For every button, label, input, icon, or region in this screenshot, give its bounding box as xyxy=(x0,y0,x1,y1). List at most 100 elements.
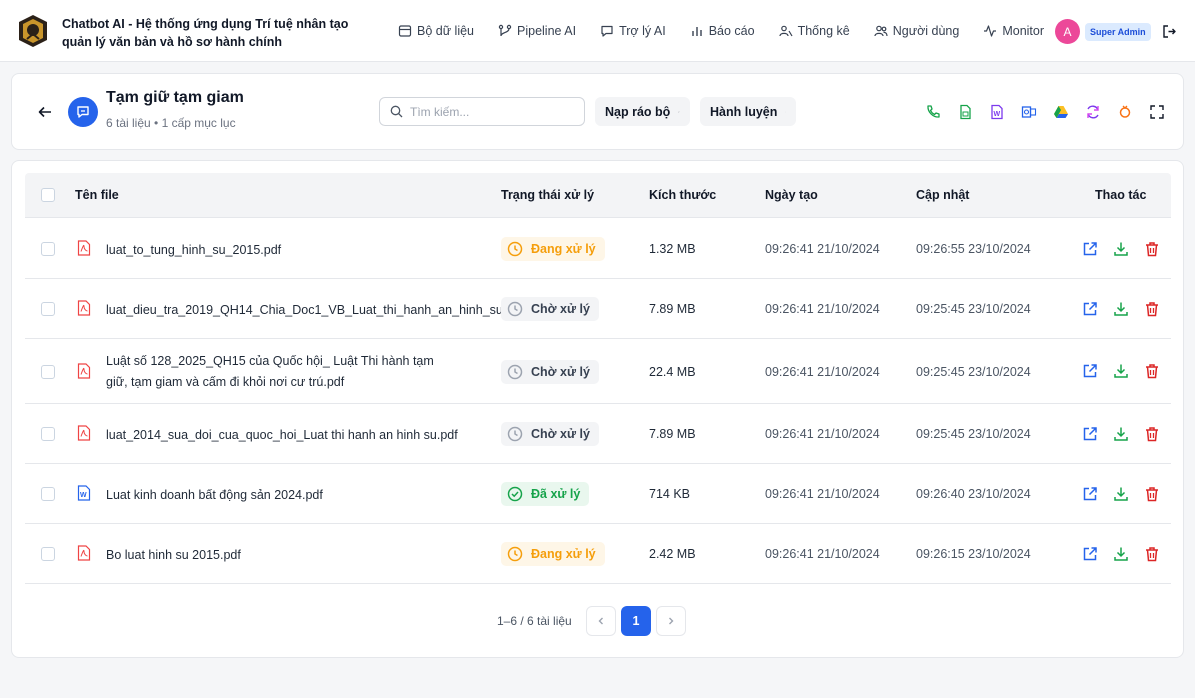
word-icon[interactable]: W xyxy=(988,103,1006,121)
table-row[interactable]: W Luat kinh doanh bất động sản 2024.pdf Đã… xyxy=(25,464,1171,524)
updated-date: 09:25:45 23/10/2024 xyxy=(916,427,1031,441)
nav-item-datasets[interactable]: Bộ dữ liệu xyxy=(398,22,474,40)
delete-icon[interactable] xyxy=(1143,300,1160,317)
status-label: Chờ xử lý xyxy=(531,364,590,379)
chat-bubble-icon xyxy=(77,106,89,118)
header-toolbar: W xyxy=(924,103,1166,121)
logout-icon[interactable] xyxy=(1162,24,1177,39)
next-page-button[interactable] xyxy=(656,606,686,636)
chevron-right-icon xyxy=(669,617,674,625)
table-row[interactable]: Luật số 128_2025_QH15 của Quốc hội_ Luật… xyxy=(25,339,1171,404)
file-name[interactable]: Luật số 128_2025_QH15 của Quốc hội_ Luật… xyxy=(106,351,456,393)
users-stats-icon xyxy=(778,25,793,37)
pdf-file-icon xyxy=(77,240,91,256)
file-size: 22.4 MB xyxy=(649,364,696,379)
created-date: 09:26:41 21/10/2024 xyxy=(765,364,880,379)
table-row[interactable]: luat_to_tung_hinh_su_2015.pdf Đang xử lý 1… xyxy=(25,219,1171,279)
file-name[interactable]: Luat kinh doanh bất động sản 2024.pdf xyxy=(106,485,486,506)
filter-dropdown-1[interactable]: Nạp ráo bộ xyxy=(595,97,690,126)
filter-dropdown-2[interactable]: Hành luyện xyxy=(700,97,796,126)
download-icon[interactable] xyxy=(1112,545,1129,562)
delete-icon[interactable] xyxy=(1143,545,1160,562)
status-label: Đang xử lý xyxy=(531,242,596,256)
col-header[interactable]: Tên file xyxy=(75,188,119,202)
sheet-icon[interactable] xyxy=(956,103,974,121)
created-date: 09:26:41 21/10/2024 xyxy=(765,302,880,316)
open-external-icon[interactable] xyxy=(1081,485,1098,502)
col-header[interactable]: Trạng thái xử lý xyxy=(501,188,594,202)
open-external-icon[interactable] xyxy=(1081,240,1098,257)
created-date: 09:26:41 21/10/2024 xyxy=(765,242,880,256)
status-badge: Đang xử lý xyxy=(501,237,605,261)
file-name[interactable]: luat_2014_sua_doi_cua_quoc_hoi_Luat thi … xyxy=(106,425,486,446)
row-actions xyxy=(1081,485,1160,502)
download-icon[interactable] xyxy=(1112,363,1129,380)
row-checkbox[interactable] xyxy=(41,364,55,379)
delete-icon[interactable] xyxy=(1143,363,1160,380)
svg-text:W: W xyxy=(80,492,87,499)
fullscreen-icon[interactable] xyxy=(1148,103,1166,121)
updated-date: 09:26:40 23/10/2024 xyxy=(916,487,1031,501)
sync-icon[interactable] xyxy=(1084,103,1102,121)
col-header[interactable]: Cập nhật xyxy=(916,188,969,202)
download-icon[interactable] xyxy=(1112,485,1129,502)
file-name[interactable]: Bo luat hinh su 2015.pdf xyxy=(106,545,486,566)
file-name[interactable]: luat_dieu_tra_2019_QH14_Chia_Doc1_VB_Lua… xyxy=(106,300,524,321)
prev-page-button[interactable] xyxy=(586,606,616,636)
user-avatar[interactable]: A xyxy=(1055,19,1080,44)
download-icon[interactable] xyxy=(1112,300,1129,317)
open-external-icon[interactable] xyxy=(1081,300,1098,317)
col-header[interactable]: Kích thước xyxy=(649,188,716,202)
delete-icon[interactable] xyxy=(1143,240,1160,257)
pdf-file-icon xyxy=(77,425,91,441)
nav-item-stats[interactable]: Thống kê xyxy=(778,22,850,40)
status-label: Đang xử lý xyxy=(531,547,596,561)
nav-item-reports[interactable]: Báo cáo xyxy=(690,22,755,40)
row-checkbox[interactable] xyxy=(41,487,55,501)
row-actions xyxy=(1081,545,1160,562)
row-actions xyxy=(1081,240,1160,257)
nav-item-monitor[interactable]: Monitor xyxy=(983,22,1044,40)
brand-logo-icon[interactable] xyxy=(16,14,50,48)
users-icon xyxy=(874,25,888,37)
open-external-icon[interactable] xyxy=(1081,363,1098,380)
search-input[interactable] xyxy=(410,104,570,119)
updated-date: 09:26:55 23/10/2024 xyxy=(916,242,1031,256)
open-external-icon[interactable] xyxy=(1081,545,1098,562)
database-icon xyxy=(398,25,412,37)
file-size: 714 KB xyxy=(649,487,691,501)
created-date: 09:26:41 21/10/2024 xyxy=(765,427,880,441)
outlook-icon[interactable] xyxy=(1020,103,1038,121)
download-icon[interactable] xyxy=(1112,240,1129,257)
table-row[interactable]: luat_dieu_tra_2019_QH14_Chia_Doc1_VB_Lua… xyxy=(25,279,1171,339)
dropdown-label: Nạp ráo bộ xyxy=(605,104,671,119)
table-row[interactable]: Bo luat hinh su 2015.pdf Đang xử lý 2.42 M… xyxy=(25,524,1171,584)
table-row[interactable]: luat_2014_sua_doi_cua_quoc_hoi_Luat thi … xyxy=(25,404,1171,464)
select-all-checkbox[interactable] xyxy=(41,188,55,202)
nav-item-assistant[interactable]: Trợ lý AI xyxy=(600,22,666,40)
delete-icon[interactable] xyxy=(1143,485,1160,502)
row-checkbox[interactable] xyxy=(41,302,55,316)
svg-text:W: W xyxy=(994,111,1001,118)
page-button-current[interactable]: 1 xyxy=(621,606,651,636)
google-drive-icon[interactable] xyxy=(1052,103,1070,121)
row-checkbox[interactable] xyxy=(41,547,55,561)
row-checkbox[interactable] xyxy=(41,427,55,441)
phone-icon[interactable] xyxy=(924,103,942,121)
collection-avatar xyxy=(68,97,98,127)
nav-item-pipeline[interactable]: Pipeline AI xyxy=(498,22,576,40)
delete-icon[interactable] xyxy=(1143,425,1160,442)
page-title: Tạm giữ tạm giam xyxy=(106,89,244,106)
nav-item-users[interactable]: Người dùng xyxy=(874,22,959,40)
settings-sun-icon[interactable] xyxy=(1116,103,1134,121)
row-checkbox[interactable] xyxy=(41,242,55,256)
back-arrow-icon[interactable] xyxy=(37,104,53,120)
open-external-icon[interactable] xyxy=(1081,425,1098,442)
col-header[interactable]: Ngày tạo xyxy=(765,188,818,202)
search-box[interactable] xyxy=(379,97,585,126)
file-name[interactable]: luat_to_tung_hinh_su_2015.pdf xyxy=(106,240,486,261)
download-icon[interactable] xyxy=(1112,425,1129,442)
role-badge: Super Admin xyxy=(1085,23,1151,41)
nav-label: Pipeline AI xyxy=(517,24,577,38)
created-date: 09:26:41 21/10/2024 xyxy=(765,547,880,561)
